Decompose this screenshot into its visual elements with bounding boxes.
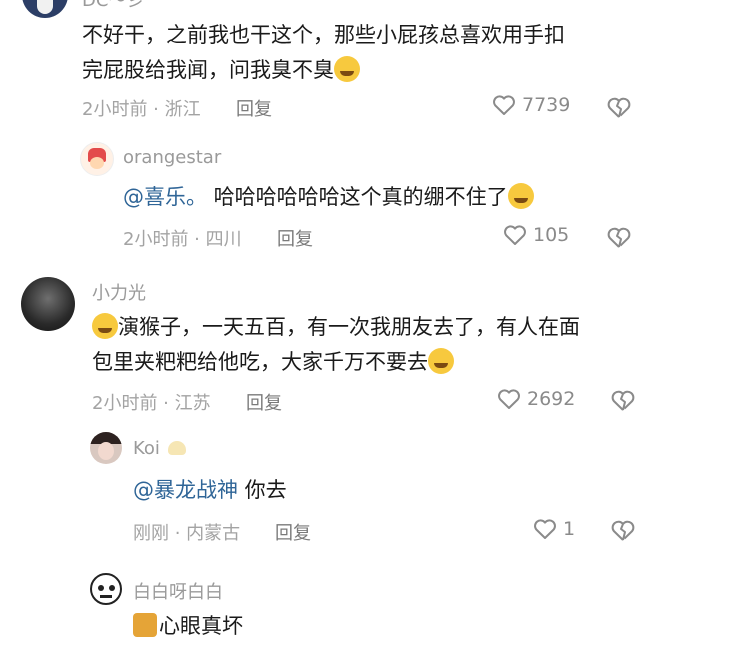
sweat-smile-face-icon: [428, 348, 454, 374]
avatar[interactable]: [21, 277, 75, 331]
comment-text-line: 完屁股给我闻，问我臭不臭: [82, 58, 334, 82]
crying-face-icon: [334, 56, 360, 82]
broken-heart-icon: [610, 389, 636, 413]
like-count: 2692: [527, 388, 576, 410]
dislike-button[interactable]: [606, 96, 632, 120]
mention-link[interactable]: @暴龙战神: [133, 478, 238, 502]
comment-text: 演猴子，一天五百，有一次我朋友去了，有人在面 包里夹粑粑给他吃，大家千万不要去: [92, 310, 692, 380]
comment-text-body: 哈哈哈哈哈哈这个真的绷不住了: [207, 185, 508, 209]
comment-text-body: 心眼真坏: [159, 614, 243, 638]
dislike-button[interactable]: [610, 389, 636, 413]
badge-icon: [167, 441, 186, 455]
like-button[interactable]: 105: [503, 224, 569, 246]
reply-button[interactable]: 回复: [277, 225, 313, 251]
like-button[interactable]: 1: [533, 518, 575, 540]
sweat-smile-face-icon: [507, 183, 534, 209]
heart-icon: [533, 518, 557, 540]
avatar[interactable]: [80, 142, 114, 176]
comment-text: @喜乐。 哈哈哈哈哈哈这个真的绷不住了: [123, 180, 683, 215]
like-count: 7739: [522, 94, 571, 116]
comment-meta: 刚刚 · 内蒙古: [133, 523, 241, 544]
comment-text: 不好干，之前我也干这个，那些小屁孩总喜欢用手扣 完屁股给我闻，问我臭不臭: [82, 18, 642, 88]
cat-sticker-icon: [133, 613, 157, 637]
reply-button[interactable]: 回复: [236, 95, 272, 121]
avatar[interactable]: [90, 432, 122, 464]
mention-link[interactable]: @喜乐。: [123, 185, 207, 209]
comment-username[interactable]: orangestar: [123, 147, 221, 168]
reply-button[interactable]: 回复: [275, 519, 311, 545]
dislike-button[interactable]: [610, 519, 636, 543]
rolling-laugh-face-icon: [92, 313, 118, 339]
comment-username[interactable]: 白白呀白白: [133, 578, 223, 604]
heart-icon: [492, 94, 516, 116]
like-button[interactable]: 2692: [497, 388, 575, 410]
reply-button[interactable]: 回复: [246, 389, 282, 415]
comment-username[interactable]: 小力光: [92, 279, 146, 305]
like-count: 105: [533, 224, 570, 246]
username-text: Koi: [133, 438, 160, 459]
like-button[interactable]: 7739: [492, 94, 570, 116]
comment-text-line: 不好干，之前我也干这个，那些小屁孩总喜欢用手扣: [82, 23, 565, 47]
broken-heart-icon: [606, 226, 632, 250]
dislike-button[interactable]: [606, 226, 632, 250]
avatar[interactable]: [22, 0, 68, 18]
comment-text-line: 包里夹粑粑给他吃，大家千万不要去: [92, 350, 428, 374]
avatar[interactable]: [90, 573, 122, 605]
broken-heart-icon: [610, 519, 636, 543]
comment-text: @暴龙战神 你去: [133, 473, 653, 508]
comment-meta: 2小时前 · 江苏: [92, 393, 211, 414]
heart-icon: [497, 388, 521, 410]
comment-username[interactable]: DC～彡: [82, 0, 144, 12]
heart-icon: [503, 224, 527, 246]
comment-meta: 2小时前 · 四川: [123, 229, 242, 250]
comment-text-line: 演猴子，一天五百，有一次我朋友去了，有人在面: [118, 315, 580, 339]
comment-username[interactable]: Koi: [133, 438, 186, 459]
broken-heart-icon: [606, 96, 632, 120]
comment-text-body: 你去: [238, 478, 287, 502]
like-count: 1: [563, 518, 576, 540]
comment-text: 心眼真坏: [133, 609, 653, 644]
comment-meta: 2小时前 · 浙江: [82, 99, 201, 120]
